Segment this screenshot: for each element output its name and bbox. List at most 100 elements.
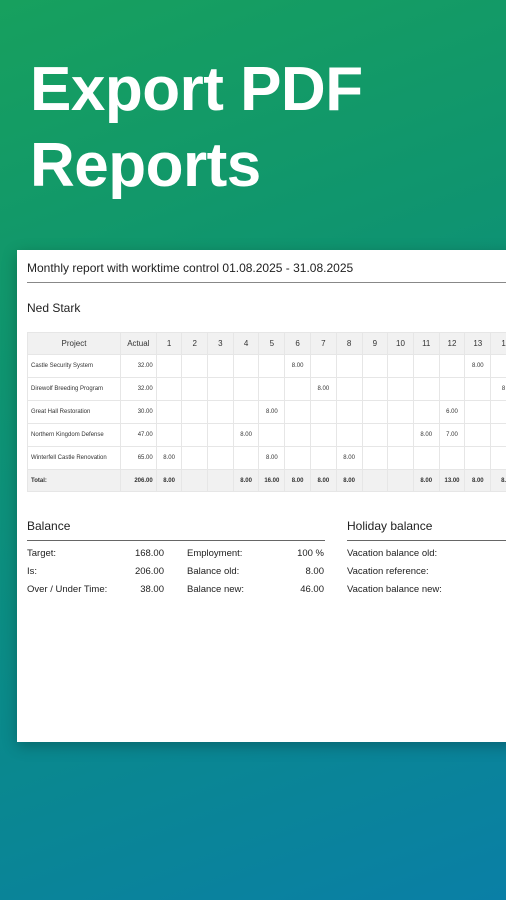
table-row: Great Hall Restoration 30.00 8.00 6.00 <box>27 400 506 424</box>
day-cell <box>464 400 492 424</box>
day-cell <box>412 354 440 378</box>
day-cell <box>387 446 414 470</box>
day-cell <box>181 400 209 424</box>
day-cell <box>181 446 209 470</box>
header-cell: 7 <box>310 332 337 355</box>
day-cell <box>335 400 363 424</box>
day-cell <box>310 400 337 424</box>
hero-line-2: Reports <box>30 131 261 200</box>
header-cell: Actual <box>119 332 157 355</box>
day-cell <box>387 423 414 447</box>
day-cell <box>258 354 286 378</box>
day-cell <box>310 423 337 447</box>
day-cell: 13.00 <box>438 469 466 492</box>
day-cell <box>284 446 312 470</box>
actual-cell: 65.00 <box>119 446 157 470</box>
day-cell: 8.00 <box>464 469 492 492</box>
day-cell <box>284 400 312 424</box>
project-cell: Total: <box>27 469 121 492</box>
table-row: Direwolf Breeding Program 32.00 8.00 8 <box>27 377 506 401</box>
over-under-label: Over / Under Time: <box>27 584 108 595</box>
table-row: Winterfell Castle Renovation 65.00 8.00 8.0… <box>27 446 506 470</box>
day-cell: 8.00 <box>412 423 440 447</box>
project-cell: Castle Security System <box>27 354 121 378</box>
actual-cell: 32.00 <box>119 377 157 401</box>
target-label: Target: <box>27 548 57 559</box>
balance-title: Balance <box>27 519 71 533</box>
day-cell: 8.00 <box>155 469 183 492</box>
day-cell: 8.00 <box>284 469 312 492</box>
day-cell <box>490 400 506 424</box>
day-cell: 8 <box>490 377 506 401</box>
day-cell: 8.00 <box>335 469 363 492</box>
day-cell <box>232 377 260 401</box>
header-cell: 5 <box>258 332 286 355</box>
vacation-old-label: Vacation balance old: <box>347 548 438 559</box>
day-cell <box>155 377 183 401</box>
balance-new-label: Balance new: <box>187 584 245 595</box>
balance-old-label: Balance old: <box>187 566 240 577</box>
day-cell <box>181 377 209 401</box>
day-cell: 8.00 <box>258 400 286 424</box>
day-cell <box>155 423 183 447</box>
day-cell <box>284 377 312 401</box>
table-header-row: Project Actual 1 2 3 4 5 6 7 8 9 10 11 1… <box>27 332 506 355</box>
day-cell <box>361 354 389 378</box>
day-cell <box>310 354 337 378</box>
employment-value: 100 % <box>297 548 324 559</box>
day-cell: 8.00 <box>232 469 260 492</box>
day-cell <box>490 423 506 447</box>
day-cell <box>361 423 389 447</box>
day-cell <box>361 446 389 470</box>
pdf-report-preview: Monthly report with worktime control 01.… <box>17 250 506 742</box>
day-cell <box>207 377 234 401</box>
day-cell <box>490 354 506 378</box>
actual-cell: 47.00 <box>119 423 157 447</box>
total-row: Total: 206.00 8.00 8.00 16.00 8.00 8.00 8.00 8.0… <box>27 469 506 492</box>
header-cell: 6 <box>284 332 312 355</box>
day-cell <box>232 354 260 378</box>
header-cell: 4 <box>232 332 260 355</box>
header-cell: 1 <box>490 332 506 355</box>
over-under-value: 38.00 <box>140 584 164 595</box>
day-cell <box>207 446 234 470</box>
day-cell <box>361 469 389 492</box>
vacation-reference-label: Vacation reference: <box>347 566 429 577</box>
actual-cell: 206.00 <box>119 469 157 492</box>
header-cell: 9 <box>361 332 389 355</box>
day-cell <box>258 377 286 401</box>
day-cell <box>207 400 234 424</box>
day-cell <box>464 423 492 447</box>
day-cell <box>361 377 389 401</box>
day-cell <box>232 400 260 424</box>
header-cell: 10 <box>387 332 414 355</box>
holiday-balance-title: Holiday balance <box>347 519 433 533</box>
day-cell <box>310 446 337 470</box>
day-cell <box>284 423 312 447</box>
title-divider <box>27 282 506 283</box>
day-cell: 8.00 <box>464 354 492 378</box>
header-cell: 11 <box>412 332 440 355</box>
day-cell <box>207 354 234 378</box>
day-cell <box>387 354 414 378</box>
table-row: Castle Security System 32.00 8.00 8.00 <box>27 354 506 378</box>
day-cell <box>438 446 466 470</box>
day-cell <box>258 423 286 447</box>
day-cell: 8.00 <box>310 377 337 401</box>
header-cell: 1 <box>155 332 183 355</box>
day-cell <box>387 400 414 424</box>
balance-old-value: 8.00 <box>305 566 325 577</box>
day-cell <box>181 423 209 447</box>
day-cell: 8.00 <box>310 469 337 492</box>
day-cell: 7.00 <box>438 423 466 447</box>
header-cell: 2 <box>181 332 209 355</box>
vacation-new-label: Vacation balance new: <box>347 584 442 595</box>
hero-heading: Export PDF Reports <box>30 52 363 204</box>
target-value: 168.00 <box>134 548 164 559</box>
day-cell <box>335 377 363 401</box>
day-cell <box>438 377 466 401</box>
day-cell: 8.00 <box>258 446 286 470</box>
header-cell: 13 <box>464 332 492 355</box>
report-title: Monthly report with worktime control 01.… <box>27 261 354 275</box>
day-cell: 8.00 <box>284 354 312 378</box>
